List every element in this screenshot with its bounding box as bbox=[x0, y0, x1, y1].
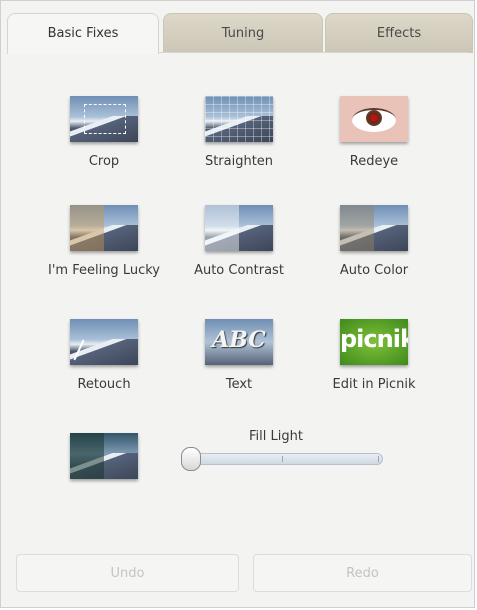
edit-in-picnik-label: Edit in Picnik bbox=[332, 377, 416, 392]
redo-button[interactable]: Redo bbox=[253, 554, 472, 592]
fill-light-icon bbox=[70, 433, 138, 479]
abc-glyph: ABC bbox=[212, 327, 266, 353]
tab-tuning[interactable]: Tuning bbox=[163, 13, 323, 53]
auto-contrast-icon bbox=[205, 205, 273, 251]
picnik-logo-icon: picnik bbox=[340, 319, 408, 365]
retouch-label: Retouch bbox=[77, 377, 131, 392]
text-abc-icon: ABC bbox=[205, 319, 273, 365]
tab-bar: Basic Fixes Tuning Effects bbox=[7, 13, 473, 54]
straighten-label: Straighten bbox=[204, 154, 274, 169]
lucky-icon bbox=[70, 205, 138, 251]
auto-color-label: Auto Color bbox=[339, 263, 409, 278]
picnik-logo-text: picnik bbox=[340, 325, 408, 353]
auto-color-icon bbox=[340, 205, 408, 251]
auto-color-tool[interactable]: Auto Color bbox=[309, 205, 439, 278]
crop-icon bbox=[70, 96, 138, 142]
slider-tick bbox=[282, 456, 283, 462]
fill-light-slider-track[interactable] bbox=[181, 453, 383, 465]
lucky-label: I'm Feeling Lucky bbox=[48, 263, 160, 278]
text-tool[interactable]: ABC Text bbox=[174, 319, 304, 392]
retouch-tool[interactable]: Retouch bbox=[39, 319, 169, 392]
slider-tick bbox=[378, 456, 379, 462]
auto-contrast-label: Auto Contrast bbox=[194, 263, 284, 278]
redeye-tool[interactable]: Redeye bbox=[309, 96, 439, 169]
fill-light-preview bbox=[39, 433, 169, 479]
basic-fixes-panel: Basic Fixes Tuning Effects Crop Straight… bbox=[0, 0, 475, 608]
fill-light-label: Fill Light bbox=[249, 429, 303, 444]
undo-button[interactable]: Undo bbox=[16, 554, 239, 592]
edit-in-picnik-tool[interactable]: picnik Edit in Picnik bbox=[309, 319, 439, 392]
text-label: Text bbox=[225, 377, 253, 392]
straighten-tool[interactable]: Straighten bbox=[174, 96, 304, 169]
tab-basic-fixes[interactable]: Basic Fixes bbox=[7, 13, 159, 54]
straighten-icon bbox=[205, 96, 273, 142]
im-feeling-lucky-tool[interactable]: I'm Feeling Lucky bbox=[39, 205, 169, 278]
crop-tool[interactable]: Crop bbox=[39, 96, 169, 169]
tab-effects[interactable]: Effects bbox=[325, 13, 473, 53]
fill-light-slider-handle[interactable] bbox=[181, 447, 201, 471]
red-eye-icon bbox=[340, 96, 408, 142]
redeye-label: Redeye bbox=[349, 154, 399, 169]
retouch-icon bbox=[70, 319, 138, 365]
crop-label: Crop bbox=[88, 154, 120, 169]
auto-contrast-tool[interactable]: Auto Contrast bbox=[174, 205, 304, 278]
